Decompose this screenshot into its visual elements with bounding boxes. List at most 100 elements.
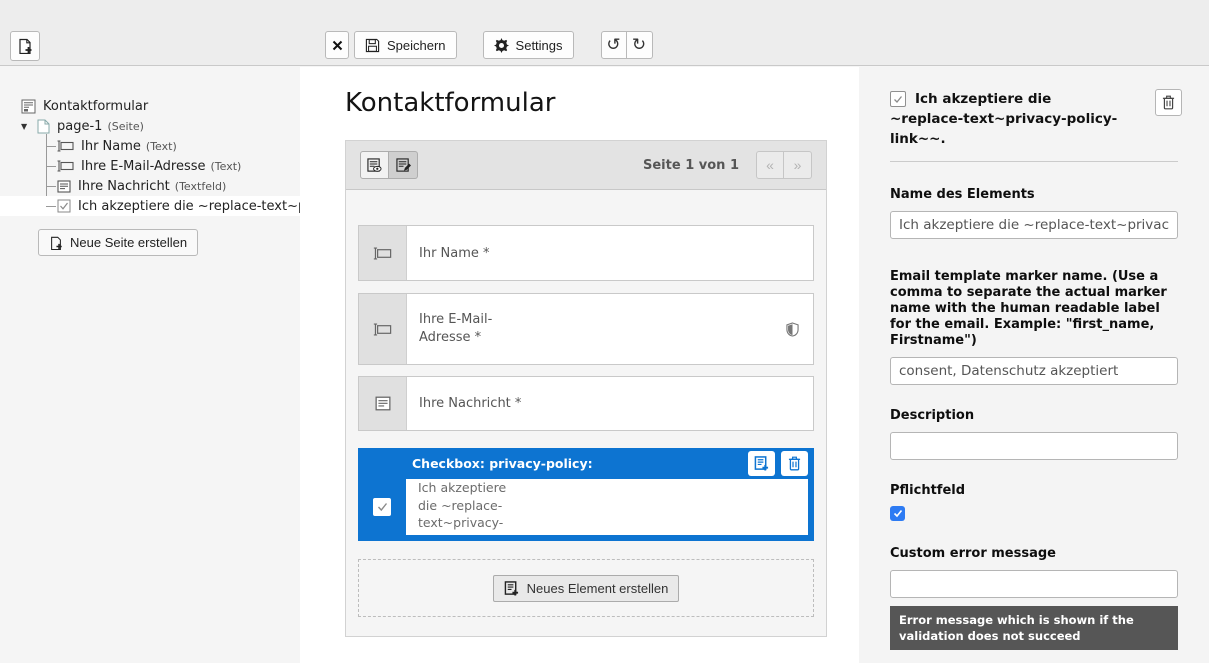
text-input-icon (373, 247, 392, 260)
gear-icon (494, 38, 509, 53)
textarea-icon (57, 180, 71, 193)
form-icon (21, 99, 36, 114)
edit-mode-button[interactable] (389, 151, 418, 179)
new-element-dropzone[interactable]: Neues Element erstellen (358, 559, 814, 617)
checkbox-icon (57, 199, 71, 213)
previous-page-button[interactable]: « (756, 151, 784, 179)
redo-button[interactable]: ↻ (627, 31, 653, 59)
chevron-right-icon: » (794, 157, 802, 173)
insert-element-button[interactable] (748, 451, 775, 476)
name-field-label: Name des Elements (890, 187, 1178, 203)
form-element-ihre-nachricht[interactable]: Ihre Nachricht * (358, 376, 814, 431)
settings-label: Settings (516, 38, 563, 53)
trash-icon (1162, 95, 1175, 110)
view-mode-toggle (360, 151, 418, 179)
new-element-icon (754, 456, 769, 471)
tree-item-ihr-name[interactable]: Ihr Name (Text) (0, 136, 300, 156)
tree-item-ihre-email-adresse[interactable]: Ihre E-Mail-Adresse (Text) (0, 156, 300, 176)
delete-element-button[interactable] (1155, 89, 1182, 116)
next-page-button[interactable]: » (784, 151, 812, 179)
settings-button[interactable]: Settings (483, 31, 574, 59)
element-label: Ihre E-Mail-Adresse * (419, 311, 531, 347)
shield-icon (786, 322, 799, 337)
form-panel: Seite 1 von 1 « » Ihr Name * (345, 140, 827, 637)
drag-handle[interactable] (359, 294, 407, 364)
error-message-field-label: Custom error message (890, 546, 1178, 562)
inspector-title: Ich akzeptiere die ~replace-text~privacy… (890, 91, 1117, 147)
document-eye-icon (367, 158, 382, 173)
tree-item-ihre-nachricht[interactable]: Ihre Nachricht (Textfeld) (0, 176, 300, 196)
caret-down-icon[interactable]: ▼ (21, 122, 37, 131)
form-elements-area: Ihr Name * Ihre E-Mail-Adresse * (346, 190, 826, 617)
element-tree: Kontaktformular ▼ page-1 (Seite) Ihr Nam… (0, 67, 300, 256)
tree-item-privacy-checkbox[interactable]: Ich akzeptiere die ~replace-text~privacy… (0, 196, 300, 216)
redo-icon: ↻ (632, 35, 646, 55)
new-page-label: Neue Seite erstellen (70, 235, 187, 250)
email-marker-input[interactable] (890, 357, 1178, 385)
form-structure-sidebar: Kontaktformular ▼ page-1 (Seite) Ihr Nam… (0, 67, 300, 663)
pagination: Seite 1 von 1 « » (643, 151, 812, 179)
undo-icon: ↺ (606, 35, 620, 55)
chevron-left-icon: « (766, 157, 774, 173)
tree-item-form-root[interactable]: Kontaktformular (0, 96, 300, 116)
text-input-icon (57, 160, 74, 172)
new-element-label: Neues Element erstellen (527, 581, 669, 596)
element-preview-text: Ich akzeptiere die ~replace- text~privac… (406, 479, 808, 535)
save-button[interactable]: Speichern (354, 31, 457, 59)
form-panel-header: Seite 1 von 1 « » (346, 141, 826, 190)
form-canvas: Kontaktformular Seite 1 von 1 « (300, 67, 859, 663)
new-page-icon (49, 236, 63, 250)
tree-item-label: Ich akzeptiere die ~replace-text~privacy… (78, 199, 300, 214)
tree-item-type: (Text) (146, 140, 177, 153)
element-inspector: Ich akzeptiere die ~replace-text~privacy… (859, 67, 1209, 663)
drag-handle[interactable] (359, 226, 407, 280)
page-indicator: Seite 1 von 1 (643, 158, 739, 173)
new-page-button[interactable]: Neue Seite erstellen (38, 229, 198, 256)
tree-children: Ihr Name (Text) Ihre E-Mail-Adresse (Tex… (0, 136, 300, 216)
tree-root-label: Kontaktformular (43, 99, 148, 114)
save-icon (365, 38, 380, 53)
tree-item-label: Ihre E-Mail-Adresse (81, 159, 206, 174)
form-element-privacy-checkbox-selected[interactable]: Checkbox: privacy-policy: (358, 448, 814, 541)
tree-item-label: Ihre Nachricht (78, 179, 170, 194)
new-element-icon (504, 581, 519, 596)
element-name-input[interactable] (890, 211, 1178, 239)
required-field-label: Pflichtfeld (890, 483, 1178, 499)
new-page-icon (17, 38, 33, 54)
tree-item-type: (Text) (211, 160, 242, 173)
new-element-button[interactable]: Neues Element erstellen (493, 575, 680, 602)
drag-handle[interactable] (359, 377, 407, 430)
textarea-icon (375, 396, 391, 411)
new-form-button[interactable] (10, 31, 40, 61)
top-toolbar: Speichern Settings ↺ ↻ (0, 0, 1209, 66)
form-element-ihr-name[interactable]: Ihr Name * (358, 225, 814, 281)
page-icon (37, 119, 50, 134)
description-input[interactable] (890, 432, 1178, 460)
custom-error-input[interactable] (890, 570, 1178, 598)
undo-redo-group: ↺ ↻ (601, 31, 653, 59)
tree-item-label: Ihr Name (81, 139, 141, 154)
required-checkbox-checked[interactable] (890, 506, 905, 521)
tree-item-type: (Textfeld) (175, 180, 227, 193)
description-field-label: Description (890, 408, 1178, 424)
tree-page-label: page-1 (57, 119, 102, 134)
trash-icon (788, 456, 801, 471)
tree-item-page-1[interactable]: ▼ page-1 (Seite) (0, 116, 300, 136)
inspector-header: Ich akzeptiere die ~replace-text~privacy… (890, 89, 1178, 149)
selected-element-title: Checkbox: privacy-policy: (412, 456, 593, 471)
undo-button[interactable]: ↺ (601, 31, 627, 59)
element-label: Ihr Name * (419, 246, 490, 261)
preview-mode-button[interactable] (360, 151, 389, 179)
close-icon (332, 40, 343, 51)
save-label: Speichern (387, 38, 446, 53)
error-message-tooltip: Error message which is shown if the vali… (890, 606, 1178, 650)
element-checkbox-checked[interactable] (373, 498, 391, 516)
form-element-ihre-email[interactable]: Ihre E-Mail-Adresse * (358, 293, 814, 365)
divider (890, 161, 1178, 162)
element-checked-checkbox[interactable] (890, 91, 906, 107)
delete-element-button[interactable] (781, 451, 808, 476)
page-title: Kontaktformular (345, 88, 555, 118)
marker-field-label: Email template marker name. (Use a comma… (890, 269, 1178, 349)
tree-page-type: (Seite) (107, 120, 143, 133)
close-button[interactable] (325, 31, 349, 59)
